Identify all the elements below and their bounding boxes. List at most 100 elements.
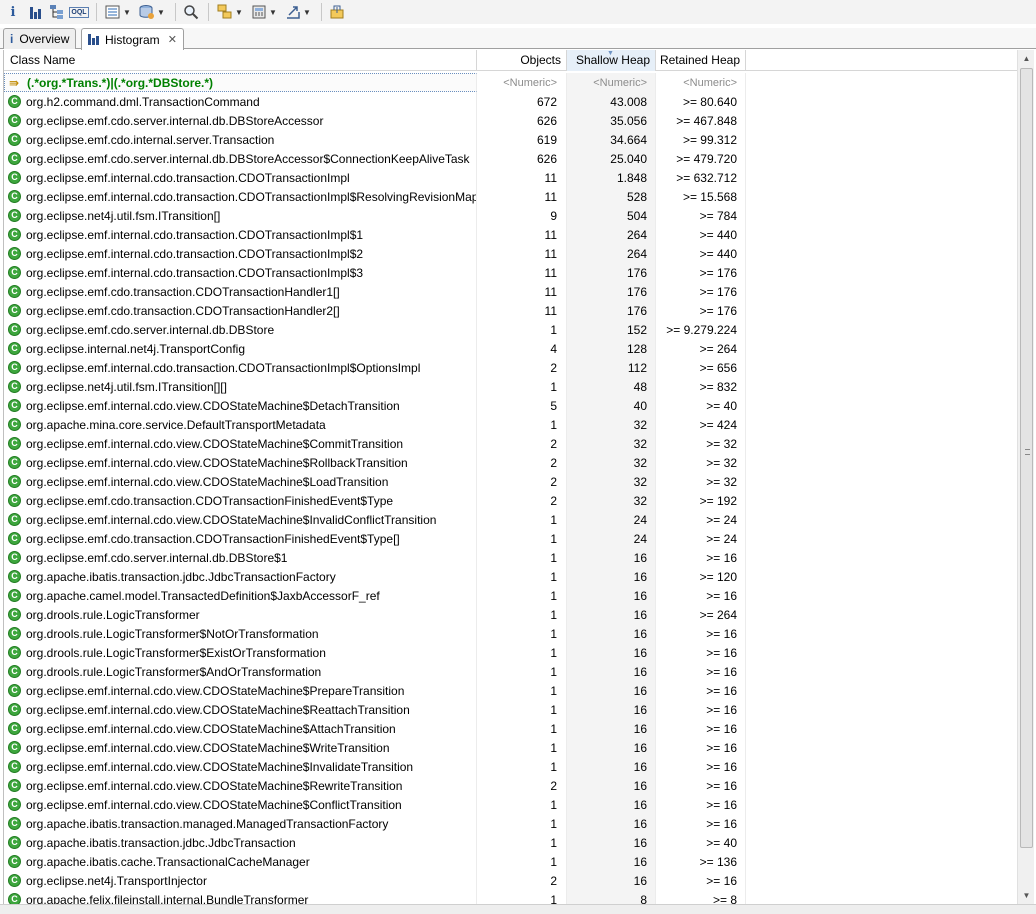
retained-heap-cell: >= 16 (656, 738, 746, 757)
table-row[interactable]: Corg.eclipse.net4j.util.fsm.ITransition[… (4, 206, 1017, 225)
chevron-down-icon[interactable]: ▼ (123, 8, 131, 17)
table-row[interactable]: Corg.eclipse.emf.internal.cdo.transactio… (4, 225, 1017, 244)
histogram-icon[interactable] (25, 2, 45, 22)
table-row[interactable]: Corg.apache.camel.model.TransactedDefini… (4, 586, 1017, 605)
table-row[interactable]: Corg.drools.rule.LogicTransformer$AndOrT… (4, 662, 1017, 681)
table-row[interactable]: Corg.eclipse.emf.cdo.server.internal.db.… (4, 111, 1017, 130)
table-row[interactable]: Corg.eclipse.emf.internal.cdo.view.CDOSt… (4, 453, 1017, 472)
chevron-down-icon[interactable]: ▼ (303, 8, 311, 17)
dominator-tree-icon[interactable] (47, 2, 67, 22)
shallow-heap-cell: 40 (567, 396, 656, 415)
chevron-down-icon[interactable]: ▼ (269, 8, 277, 17)
column-header-shallow-heap[interactable]: ▼ Shallow Heap (567, 50, 656, 71)
table-row[interactable]: Corg.apache.ibatis.transaction.jdbc.Jdbc… (4, 567, 1017, 586)
class-icon: C (8, 779, 21, 792)
scroll-up-icon[interactable]: ▲ (1018, 50, 1035, 67)
table-row[interactable]: Corg.apache.felix.fileinstall.internal.B… (4, 890, 1017, 904)
pin-icon[interactable] (327, 2, 347, 22)
table-row[interactable]: Corg.eclipse.emf.internal.cdo.transactio… (4, 263, 1017, 282)
table-row[interactable]: Corg.eclipse.internal.net4j.TransportCon… (4, 339, 1017, 358)
class-name-text: org.drools.rule.LogicTransformer (26, 607, 200, 622)
table-row[interactable]: Corg.apache.mina.core.service.DefaultTra… (4, 415, 1017, 434)
retained-heap-filter-input[interactable]: <Numeric> (656, 73, 746, 92)
table-row[interactable]: Corg.h2.command.dml.TransactionCommand 67… (4, 92, 1017, 111)
class-icon: C (8, 608, 21, 621)
shallow-heap-cell: 16 (567, 624, 656, 643)
class-name-cell: Corg.apache.ibatis.transaction.managed.M… (4, 814, 477, 833)
table-row[interactable]: Corg.apache.ibatis.transaction.managed.M… (4, 814, 1017, 833)
vertical-scrollbar[interactable]: ▲ ▼ (1017, 50, 1034, 904)
table-row[interactable]: Corg.eclipse.emf.cdo.transaction.CDOTran… (4, 282, 1017, 301)
table-row[interactable]: Corg.eclipse.net4j.TransportInjector 2 16 >… (4, 871, 1017, 890)
table-row[interactable]: Corg.eclipse.emf.internal.cdo.transactio… (4, 187, 1017, 206)
column-header-objects[interactable]: Objects (477, 50, 567, 71)
class-name-cell: Corg.apache.mina.core.service.DefaultTra… (4, 415, 477, 434)
objects-filter-input[interactable]: <Numeric> (477, 73, 567, 92)
class-name-text: org.drools.rule.LogicTransformer$NotOrTr… (26, 626, 319, 641)
class-name-cell: Corg.eclipse.net4j.TransportInjector (4, 871, 477, 890)
column-header-retained-heap[interactable]: Retained Heap (656, 50, 746, 71)
table-row[interactable]: Corg.eclipse.emf.internal.cdo.transactio… (4, 168, 1017, 187)
table-row[interactable]: Corg.eclipse.emf.internal.cdo.view.CDOSt… (4, 472, 1017, 491)
table-row[interactable]: Corg.eclipse.emf.cdo.transaction.CDOTran… (4, 529, 1017, 548)
table-row[interactable]: Corg.eclipse.emf.cdo.server.internal.db.… (4, 149, 1017, 168)
shallow-heap-filter-input[interactable]: <Numeric> (567, 73, 656, 92)
table-row[interactable]: Corg.eclipse.emf.internal.cdo.view.CDOSt… (4, 681, 1017, 700)
shallow-heap-cell: 16 (567, 871, 656, 890)
calculate-retained-icon[interactable]: ▼ (248, 2, 280, 22)
table-row[interactable]: Corg.eclipse.emf.internal.cdo.view.CDOSt… (4, 700, 1017, 719)
table-row[interactable]: Corg.eclipse.emf.internal.cdo.view.CDOSt… (4, 396, 1017, 415)
class-name-text: org.apache.mina.core.service.DefaultTran… (26, 417, 326, 432)
class-name-text: org.eclipse.net4j.util.fsm.ITransition[] (26, 208, 221, 223)
objects-cell: 11 (477, 282, 567, 301)
column-header-class-name[interactable]: Class Name (4, 50, 477, 71)
table-row[interactable]: Corg.eclipse.net4j.util.fsm.ITransition[… (4, 377, 1017, 396)
query-browser-icon[interactable]: ▼ (102, 2, 134, 22)
search-icon[interactable] (181, 2, 201, 22)
class-name-filter-input[interactable]: ⇛ (.*org.*Trans.*)|(.*org.*DBStore.*) (4, 73, 477, 92)
scroll-down-icon[interactable]: ▼ (1018, 887, 1035, 904)
objects-cell: 1 (477, 624, 567, 643)
objects-cell: 1 (477, 890, 567, 904)
chevron-down-icon[interactable]: ▼ (235, 8, 243, 17)
table-row[interactable]: Corg.eclipse.emf.cdo.transaction.CDOTran… (4, 491, 1017, 510)
heap-dump-icon[interactable]: ▼ (136, 2, 168, 22)
chevron-down-icon[interactable]: ▼ (157, 8, 165, 17)
table-row[interactable]: Corg.eclipse.emf.internal.cdo.view.CDOSt… (4, 776, 1017, 795)
table-row[interactable]: Corg.eclipse.emf.internal.cdo.view.CDOSt… (4, 795, 1017, 814)
objects-cell: 2 (477, 491, 567, 510)
class-icon: C (8, 304, 21, 317)
table-row[interactable]: Corg.eclipse.emf.cdo.transaction.CDOTran… (4, 301, 1017, 320)
export-icon[interactable]: ▼ (282, 2, 314, 22)
retained-heap-cell: >= 32 (656, 434, 746, 453)
table-row[interactable]: Corg.eclipse.emf.cdo.internal.server.Tra… (4, 130, 1017, 149)
tab-histogram[interactable]: Histogram ✕ (81, 28, 184, 50)
table-row[interactable]: Corg.eclipse.emf.internal.cdo.view.CDOSt… (4, 510, 1017, 529)
table-row[interactable]: Corg.eclipse.emf.cdo.server.internal.db.… (4, 548, 1017, 567)
table-row[interactable]: Corg.eclipse.emf.internal.cdo.view.CDOSt… (4, 719, 1017, 738)
info-icon[interactable]: i (3, 2, 23, 22)
retained-heap-cell: >= 40 (656, 833, 746, 852)
table-row[interactable]: Corg.apache.ibatis.transaction.jdbc.Jdbc… (4, 833, 1017, 852)
table-row[interactable]: Corg.eclipse.emf.internal.cdo.transactio… (4, 358, 1017, 377)
table-row[interactable]: Corg.drools.rule.LogicTransformer 1 16 >= 2… (4, 605, 1017, 624)
table-row[interactable]: Corg.eclipse.emf.internal.cdo.view.CDOSt… (4, 434, 1017, 453)
table-row[interactable]: Corg.apache.ibatis.cache.TransactionalCa… (4, 852, 1017, 871)
tab-overview[interactable]: i Overview (3, 28, 77, 49)
oql-icon[interactable]: OQL (69, 2, 89, 22)
objects-cell: 11 (477, 263, 567, 282)
table-row[interactable]: Corg.eclipse.emf.internal.cdo.view.CDOSt… (4, 738, 1017, 757)
group-by-icon[interactable]: ▼ (214, 2, 246, 22)
objects-cell: 1 (477, 377, 567, 396)
close-icon[interactable]: ✕ (168, 33, 177, 46)
table-row[interactable]: Corg.drools.rule.LogicTransformer$ExistO… (4, 643, 1017, 662)
table-row[interactable]: Corg.eclipse.emf.cdo.server.internal.db.… (4, 320, 1017, 339)
tab-label: Histogram (105, 32, 160, 47)
objects-cell: 1 (477, 757, 567, 776)
scrollbar-thumb[interactable] (1020, 68, 1033, 848)
shallow-heap-cell: 32 (567, 453, 656, 472)
class-name-text: org.drools.rule.LogicTransformer$AndOrTr… (26, 664, 322, 679)
table-row[interactable]: Corg.drools.rule.LogicTransformer$NotOrT… (4, 624, 1017, 643)
table-row[interactable]: Corg.eclipse.emf.internal.cdo.transactio… (4, 244, 1017, 263)
table-row[interactable]: Corg.eclipse.emf.internal.cdo.view.CDOSt… (4, 757, 1017, 776)
